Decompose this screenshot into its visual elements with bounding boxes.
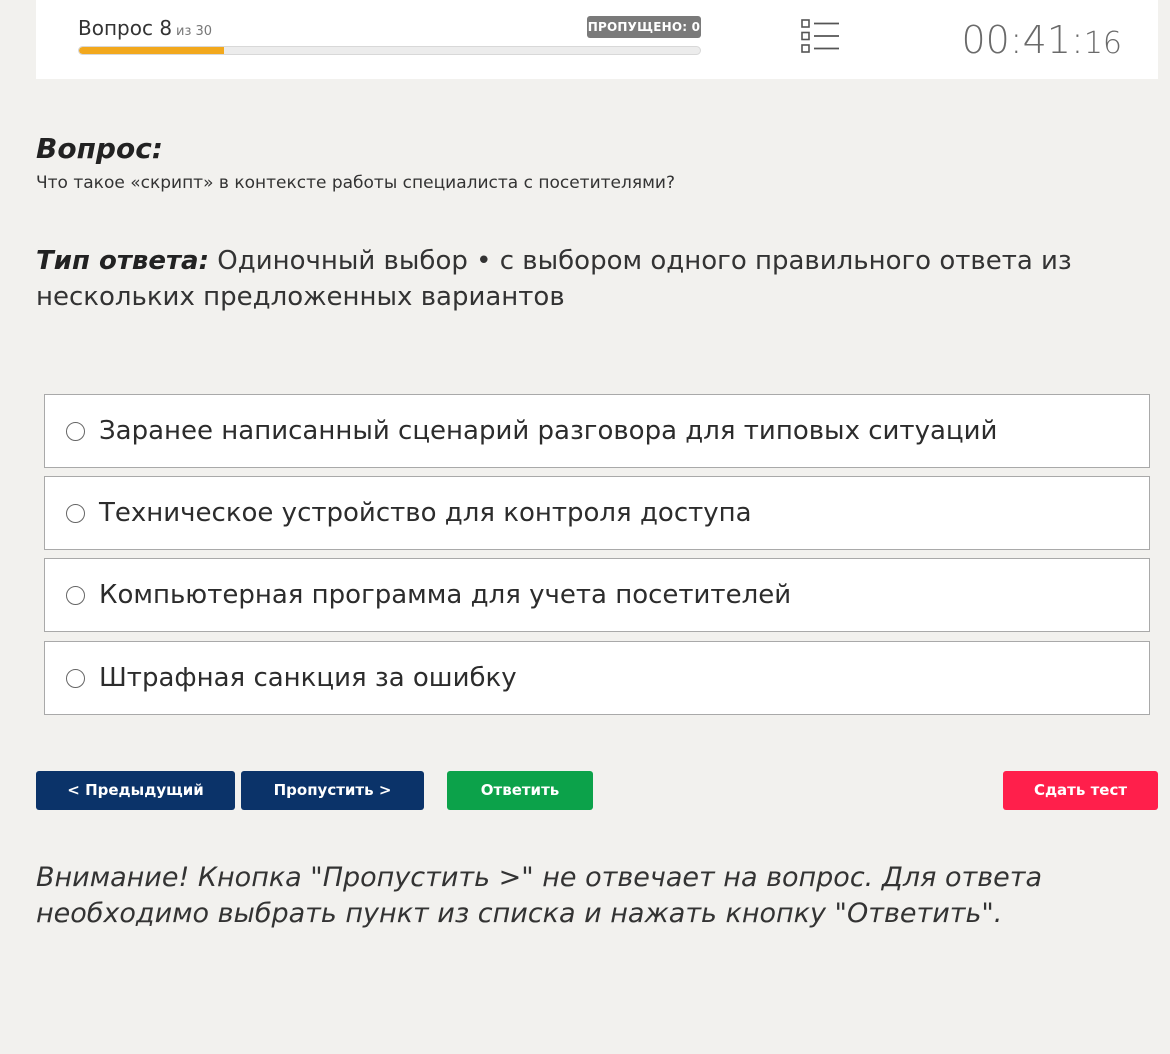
question-text: Что такое «скрипт» в контексте работы сп… — [36, 173, 675, 193]
answer-type-label: Тип ответа: — [36, 246, 209, 276]
test-page: Вопрос 8 из 30 ПРОПУЩЕНО: 0 00:41:16 Вопр… — [0, 0, 1170, 1054]
answer-option-label: Штрафная санкция за ошибку — [99, 663, 517, 693]
test-header: Вопрос 8 из 30 ПРОПУЩЕНО: 0 00:41:16 — [36, 0, 1158, 79]
answer-option-2[interactable]: Техническое устройство для контроля дост… — [44, 476, 1150, 550]
radio-icon[interactable] — [66, 585, 85, 605]
skip-button[interactable]: Пропустить > — [241, 771, 424, 810]
answer-option-3[interactable]: Компьютерная программа для учета посетит… — [44, 558, 1150, 632]
radio-icon[interactable] — [66, 503, 85, 523]
timer-seconds: 16 — [1083, 26, 1122, 61]
answer-type: Тип ответа: Одиночный выбор • с выбором … — [36, 243, 1116, 315]
answer-option-1[interactable]: Заранее написанный сценарий разговора дл… — [44, 394, 1150, 468]
radio-icon[interactable] — [66, 421, 85, 441]
question-total: из 30 — [176, 24, 213, 39]
answer-option-label: Заранее написанный сценарий разговора дл… — [99, 416, 998, 446]
answer-option-4[interactable]: Штрафная санкция за ошибку — [44, 641, 1150, 715]
submit-test-button[interactable]: Сдать тест — [1003, 771, 1158, 810]
question-number: Вопрос 8 — [78, 16, 173, 40]
timer: 00:41:16 — [962, 18, 1123, 62]
radio-icon[interactable] — [66, 668, 85, 688]
answer-button[interactable]: Ответить — [447, 771, 593, 810]
progress-fill — [79, 47, 224, 54]
timer-main: 00:41: — [961, 18, 1084, 62]
question-heading: Вопрос: — [36, 132, 163, 165]
question-list-icon[interactable] — [801, 18, 841, 54]
skipped-badge: ПРОПУЩЕНО: 0 — [587, 16, 701, 38]
answer-option-label: Компьютерная программа для учета посетит… — [99, 580, 792, 610]
question-counter: Вопрос 8 из 30 — [78, 16, 212, 40]
previous-button[interactable]: < Предыдущий — [36, 771, 235, 810]
progress-bar — [78, 46, 701, 55]
answer-option-label: Техническое устройство для контроля дост… — [99, 498, 752, 528]
skip-warning-notice: Внимание! Кнопка "Пропустить >" не отвеч… — [36, 862, 1043, 929]
